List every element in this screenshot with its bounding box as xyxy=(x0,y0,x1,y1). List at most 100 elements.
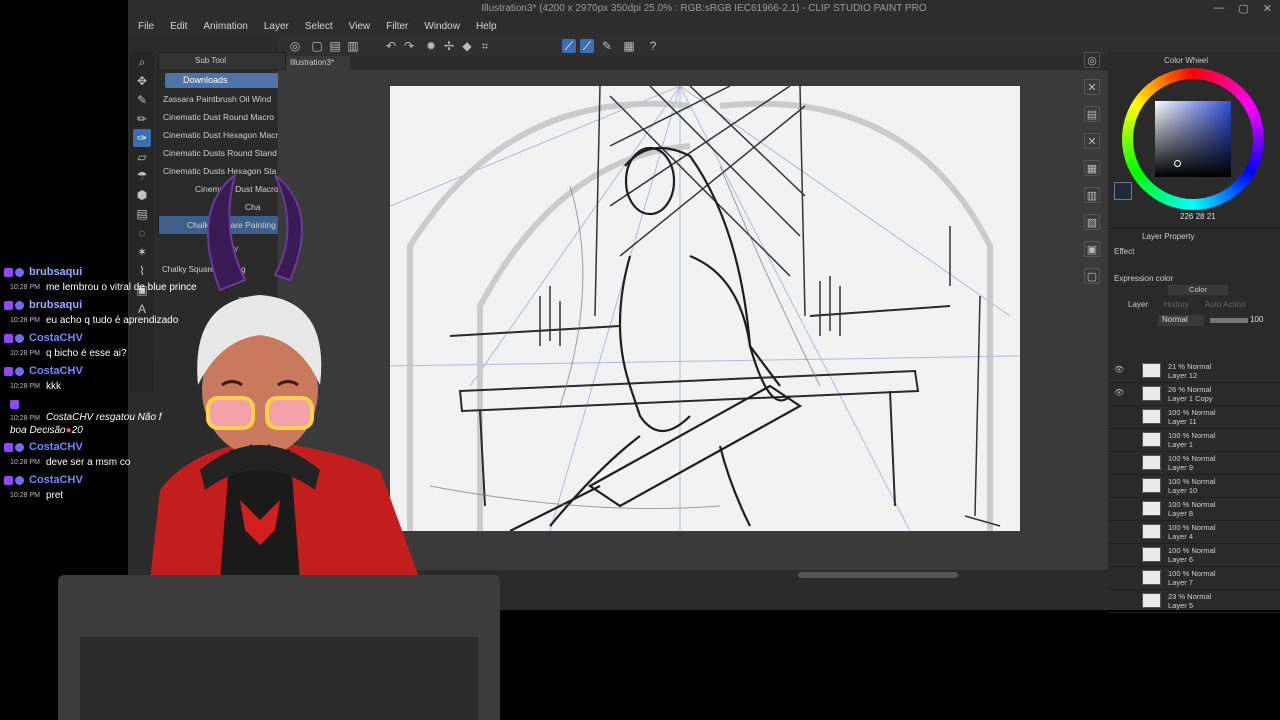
document-tab[interactable]: Illustration3* xyxy=(286,56,350,70)
close-panel-icon[interactable]: ✕ xyxy=(1084,133,1100,149)
minimize-button[interactable]: — xyxy=(1213,2,1224,15)
snap-special-ruler-icon[interactable]: ⟋ xyxy=(580,39,594,53)
avatar-figure xyxy=(150,172,420,580)
settings-icon[interactable]: ✹ xyxy=(424,39,438,53)
brush-item[interactable]: Cinematic Dust Hexagon Macr xyxy=(159,126,285,144)
menu-window[interactable]: Window xyxy=(424,18,469,36)
save-icon[interactable]: ▥ xyxy=(346,39,360,53)
undo-icon[interactable]: ↶ xyxy=(384,39,398,53)
sketch-artwork xyxy=(390,86,1020,531)
expression-color-select[interactable]: Color xyxy=(1168,285,1228,295)
redeem-reward: boa Decisão xyxy=(10,425,66,436)
chat-username[interactable]: brubsaqui xyxy=(29,299,82,311)
transform-icon[interactable]: ✕ xyxy=(1084,79,1100,95)
menu-animation[interactable]: Animation xyxy=(203,18,256,36)
new-icon[interactable]: ▢ xyxy=(310,39,324,53)
pen-tool-icon[interactable]: ✎ xyxy=(133,91,151,109)
layer-blend-opacity: 100 % Normal xyxy=(1168,477,1216,486)
layer-name: Layer 1 Copy xyxy=(1168,394,1213,403)
visibility-eye-icon[interactable]: 👁 xyxy=(1114,388,1124,397)
brush-item[interactable]: Cinematic Dust Round Macro xyxy=(159,108,285,126)
layer-row[interactable]: 100 % Normal Layer 11 xyxy=(1108,406,1280,429)
layer-blend-opacity: 100 % Normal xyxy=(1168,546,1216,555)
eraser-icon[interactable]: ▱ xyxy=(133,148,151,166)
fill-icon[interactable]: ◆ xyxy=(460,39,474,53)
open-icon[interactable]: ▤ xyxy=(328,39,342,53)
effect-label: Effect xyxy=(1114,247,1135,256)
layer-row[interactable]: 23 % Normal Layer 5 xyxy=(1108,590,1280,613)
downloads-group[interactable]: Downloads xyxy=(165,73,279,88)
layer-row[interactable]: 100 % Normal Layer 7 xyxy=(1108,567,1280,590)
layer-row[interactable]: 👁 26 % Normal Layer 1 Copy xyxy=(1108,383,1280,406)
brush-tool-icon[interactable]: ✑ xyxy=(133,129,151,147)
color-wheel[interactable] xyxy=(1122,68,1264,210)
crop-icon[interactable]: ⌗ xyxy=(478,39,492,53)
timeline-icon[interactable]: ▧ xyxy=(1084,214,1100,230)
layer-blend-opacity: 100 % Normal xyxy=(1168,569,1216,578)
redo-icon[interactable]: ↷ xyxy=(402,39,416,53)
maximize-button[interactable]: ▢ xyxy=(1238,2,1248,15)
pencil-tool-icon[interactable]: ✏ xyxy=(133,110,151,128)
layer-row[interactable]: 👁 21 % Normal Layer 12 xyxy=(1108,360,1280,383)
magnifier-icon[interactable]: ⌕ xyxy=(133,53,151,71)
layer-name: Layer 11 xyxy=(1168,417,1197,426)
layer-row[interactable]: 100 % Normal Layer 8 xyxy=(1108,498,1280,521)
main-color-swatch[interactable] xyxy=(1114,182,1132,200)
menu-filter[interactable]: Filter xyxy=(386,18,417,36)
snap-ruler-icon[interactable]: ⟋ xyxy=(562,39,576,53)
blend-mode-select[interactable]: Normal xyxy=(1158,315,1204,326)
layer-row[interactable]: 100 % Normal Layer 10 xyxy=(1108,475,1280,498)
chat-username[interactable]: brubsaqui xyxy=(29,266,82,278)
visibility-eye-icon[interactable]: 👁 xyxy=(1114,365,1124,374)
fill-tool-icon[interactable]: ⬢ xyxy=(133,186,151,204)
layer-search-icon[interactable]: ▤ xyxy=(1084,106,1100,122)
menu-layer[interactable]: Layer xyxy=(264,18,298,36)
chat-username[interactable]: CostaCHV xyxy=(29,474,83,486)
navigator-icon[interactable]: ◎ xyxy=(1084,52,1100,68)
tab-layer[interactable]: Layer xyxy=(1128,300,1148,312)
menu-edit[interactable]: Edit xyxy=(170,18,196,36)
deselect-icon[interactable]: ✢ xyxy=(442,39,456,53)
brush-item[interactable]: Cinematic Dusts Round Stand xyxy=(159,144,285,162)
sub-view-icon[interactable]: ▣ xyxy=(1084,241,1100,257)
material-icon[interactable]: ▦ xyxy=(1084,160,1100,176)
panel-icon[interactable]: ▦ xyxy=(622,39,636,53)
saturation-value-square[interactable] xyxy=(1155,101,1231,177)
tab-history[interactable]: History xyxy=(1164,300,1189,312)
sparkle-icon[interactable]: ✶ xyxy=(133,243,151,261)
chat-username[interactable]: CostaCHV xyxy=(29,332,83,344)
help-icon[interactable]: ? xyxy=(646,39,660,53)
layer-row[interactable]: 100 % Normal Layer 1 xyxy=(1108,429,1280,452)
move-icon[interactable]: ✥ xyxy=(133,72,151,90)
menu-help[interactable]: Help xyxy=(476,18,506,36)
chat-username[interactable]: CostaCHV xyxy=(29,441,83,453)
user-badge-icon xyxy=(15,366,24,376)
menu-bar: File Edit Animation Layer Select View Fi… xyxy=(128,18,1280,36)
opacity-value[interactable]: 100 xyxy=(1250,315,1263,324)
pen-icon[interactable]: ✎ xyxy=(600,39,614,53)
color-picker-handle[interactable] xyxy=(1174,160,1181,167)
brush-item[interactable]: Zassara Paintbrush Oil Wind xyxy=(159,90,285,108)
user-badge-icon xyxy=(15,300,24,310)
layer-row[interactable]: 100 % Normal Layer 9 xyxy=(1108,452,1280,475)
chat-message-text: pret xyxy=(45,490,64,501)
layer-thumbnail xyxy=(1142,455,1161,470)
layer-row[interactable]: 100 % Normal Layer 4 xyxy=(1108,521,1280,544)
drawing-canvas[interactable] xyxy=(390,86,1020,531)
drawing-tablet xyxy=(58,575,500,720)
tab-auto-action[interactable]: Auto Action xyxy=(1205,300,1245,312)
layer-row[interactable]: 100 % Normal Layer 6 xyxy=(1108,544,1280,567)
close-button[interactable]: ✕ xyxy=(1263,2,1272,15)
gradient-icon[interactable]: ▤ xyxy=(133,205,151,223)
menu-file[interactable]: File xyxy=(138,18,163,36)
chat-username[interactable]: CostaCHV xyxy=(29,365,83,377)
lasso-icon[interactable]: ◌ xyxy=(133,224,151,242)
info-icon[interactable]: ▢ xyxy=(1084,268,1100,284)
blend-icon[interactable]: ☂ xyxy=(133,167,151,185)
opacity-slider[interactable] xyxy=(1210,318,1248,323)
grid-icon[interactable]: ▥ xyxy=(1084,187,1100,203)
home-icon[interactable]: ◎ xyxy=(288,39,302,53)
menu-view[interactable]: View xyxy=(349,18,380,36)
menu-select[interactable]: Select xyxy=(305,18,342,36)
horizontal-scrollbar[interactable] xyxy=(488,572,1188,578)
